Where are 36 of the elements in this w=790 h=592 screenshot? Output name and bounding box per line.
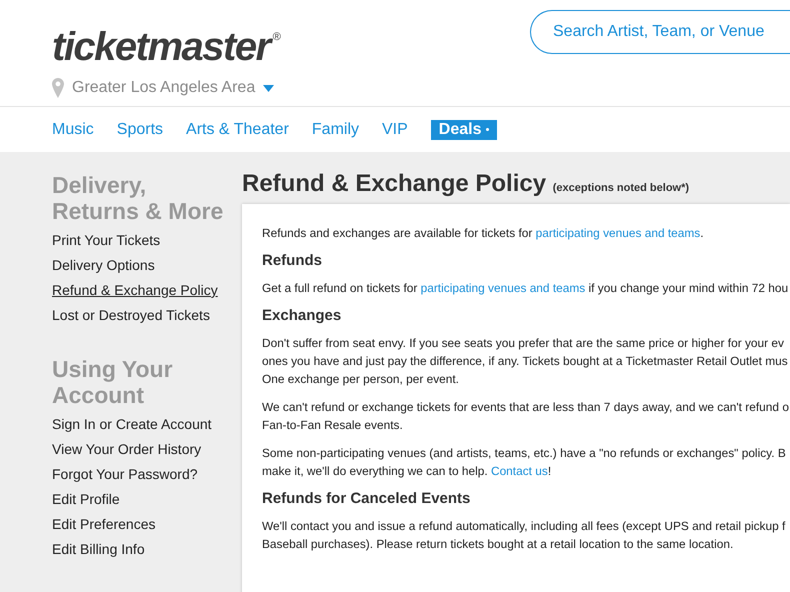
sidebar-link[interactable]: Edit Profile (52, 487, 224, 512)
text-link[interactable]: participating venues and teams (536, 226, 700, 240)
nav-link[interactable]: Music (52, 120, 94, 138)
caret-icon (263, 84, 274, 92)
section-heading: Refunds for Canceled Events (262, 490, 472, 507)
paragraph: Some non-participating venues (and artists, teams, etc.) have a "no refunds or exchanges" policy. B make it, we'll do everything we can to help. Contact us! (262, 445, 787, 480)
deals-tag[interactable]: Deals (430, 120, 496, 140)
title-note: (exceptions noted below*) (552, 182, 690, 194)
sidebar-link[interactable]: Refund & Exchange Policy (52, 278, 224, 303)
nav-link[interactable]: Family (312, 120, 359, 138)
paragraph: Don't suffer from seat envy. If you see seats you prefer that are the same price or higher for your ev ones you have and just pay the difference, if any. Tickets bought at a Ticketmaster Retail Outlet mus One exchange per person, per event. (262, 335, 789, 388)
map-pin-icon (52, 78, 64, 98)
page-title: Refund & Exchange Policy (242, 170, 546, 197)
sidebar-heading: Using Your Account (52, 356, 174, 408)
sidebar-link[interactable]: Edit Billing Info (52, 537, 224, 562)
sidebar-link[interactable]: Lost or Destroyed Tickets (52, 303, 224, 328)
nav-link[interactable]: Sports (116, 120, 164, 138)
sidebar-link[interactable]: Edit Preferences (52, 512, 224, 537)
search-field[interactable]: Search Artist, Team, or Venue (530, 10, 790, 54)
section-heading: Refunds (262, 252, 323, 269)
logo[interactable]: ticketmaster$^{®}$ (52, 14, 281, 70)
nav-link[interactable]: VIP (382, 120, 408, 138)
paragraph: Get a full refund on tickets for participating venues and teams if you change your mind within 72 hou (262, 280, 790, 297)
text-link[interactable]: participating venues and teams (420, 281, 586, 295)
section-heading: Exchanges (262, 307, 342, 324)
paragraph: We'll contact you and issue a refund automatically, including all fees (except UPS and retail pickup f Baseball purchases). Please return tickets bought at a retail location to the same location. (262, 518, 786, 553)
paragraph: Refunds and exchanges are available for tickets for participating venues and teams. (262, 225, 705, 242)
sidebar-heading: Delivery, Returns & More (52, 172, 224, 224)
nav-link[interactable]: Arts & Theater (186, 120, 289, 138)
paragraph: We can't refund or exchange tickets for events that are less than 7 days away, and we can't refund o Fan-to-Fan Resale events. (262, 399, 790, 434)
sidebar-link[interactable]: Print Your Tickets (52, 228, 224, 253)
text-link[interactable]: Contact us (490, 464, 548, 478)
sidebar-link[interactable]: View Your Order History (52, 437, 224, 462)
sidebar-link[interactable]: Delivery Options (52, 253, 224, 278)
sidebar-link[interactable]: Forgot Your Password? (52, 462, 224, 487)
sidebar-link[interactable]: Sign In or Create Account (52, 412, 224, 437)
